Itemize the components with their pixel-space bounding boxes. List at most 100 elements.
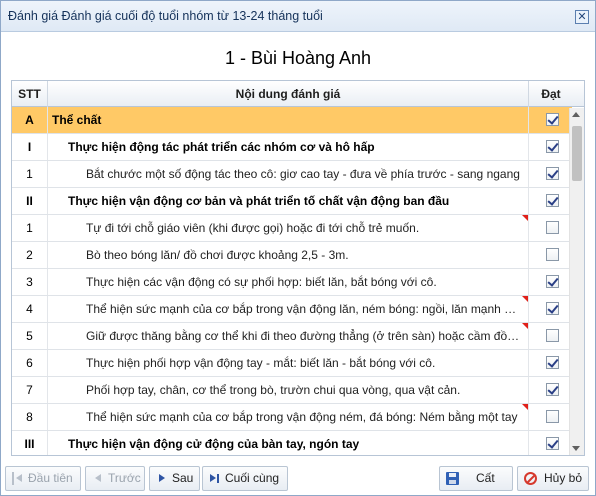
table-row[interactable]: 7 Phối hợp tay, chân, cơ thể trong bò, tr… — [12, 377, 572, 404]
column-header-dat[interactable]: Đạt — [529, 81, 573, 107]
row-stt: A — [12, 107, 48, 133]
row-stt: 1 — [12, 161, 48, 187]
prev-page-icon — [92, 472, 105, 485]
row-stt: 6 — [12, 350, 48, 376]
row-stt: II — [12, 188, 48, 214]
table-row[interactable]: 1 Tự đi tới chỗ giáo viên (khi được gọi) … — [12, 215, 572, 242]
dat-checkbox[interactable] — [546, 194, 559, 207]
save-icon — [446, 472, 459, 485]
next-page-icon — [156, 472, 169, 485]
row-dat-cell — [529, 377, 573, 403]
scroll-thumb[interactable] — [572, 126, 582, 181]
evaluation-dialog: Đánh giá Đánh giá cuối độ tuổi nhóm từ 1… — [0, 0, 596, 496]
row-dat-cell — [529, 323, 573, 349]
row-dat-cell — [529, 404, 573, 430]
window-title: Đánh giá Đánh giá cuối độ tuổi nhóm từ 1… — [8, 9, 323, 23]
column-header-stt[interactable]: STT — [12, 81, 48, 107]
row-dat-cell — [529, 134, 573, 160]
row-content: Tự đi tới chỗ giáo viên (khi được gọi) h… — [48, 215, 529, 241]
row-dat-cell — [529, 350, 573, 376]
row-stt: 7 — [12, 377, 48, 403]
table-row[interactable]: 8 Thể hiện sức mạnh của cơ bắp trong vận … — [12, 404, 572, 431]
table-row[interactable]: 5 Giữ được thăng bằng cơ thể khi đi theo … — [12, 323, 572, 350]
row-content: Thực hiện phối hợp vận động tay - mắt: b… — [48, 350, 529, 376]
grid-rows: A Thể chất I Thực hiện động tác phát triển … — [12, 107, 573, 455]
modified-flag-icon — [522, 296, 528, 302]
dat-checkbox[interactable] — [546, 140, 559, 153]
first-button-label: Đầu tiên — [28, 471, 73, 485]
group-row[interactable]: I Thực hiện động tác phát triển các nhóm … — [12, 134, 572, 161]
cancel-button-label: Hủy bỏ — [544, 471, 583, 485]
last-button[interactable]: Cuối cùng — [202, 466, 288, 491]
grid-header: STT Nội dung đánh giá Đạt — [12, 81, 584, 107]
row-stt: 5 — [12, 323, 48, 349]
modified-flag-icon — [522, 215, 528, 221]
last-button-label: Cuối cùng — [225, 471, 280, 485]
next-button-label: Sau — [172, 471, 194, 485]
dat-checkbox[interactable] — [546, 167, 559, 180]
row-dat-cell — [529, 215, 573, 241]
modified-flag-icon — [522, 323, 528, 329]
row-dat-cell — [529, 242, 573, 268]
scroll-up-icon[interactable] — [572, 112, 580, 117]
row-stt: 3 — [12, 269, 48, 295]
table-row[interactable]: 4 Thể hiện sức mạnh của cơ bắp trong vận … — [12, 296, 572, 323]
dat-checkbox[interactable] — [546, 329, 559, 342]
table-row[interactable]: 1 Bắt chước một số động tác theo cô: giơ … — [12, 161, 572, 188]
row-dat-cell — [529, 431, 573, 455]
row-content: Bắt chước một số động tác theo cô: giơ c… — [48, 161, 529, 187]
table-row[interactable]: 3 Thực hiện các vận động có sự phối hợp: … — [12, 269, 572, 296]
column-header-content[interactable]: Nội dung đánh giá — [48, 81, 529, 107]
row-content: Thực hiện vận động cơ bản và phát triển … — [48, 188, 529, 214]
row-dat-cell — [529, 269, 573, 295]
table-row[interactable]: 2 Bò theo bóng lăn/ đồ chơi được khoảng 2… — [12, 242, 572, 269]
row-stt: I — [12, 134, 48, 160]
dat-checkbox[interactable] — [546, 113, 559, 126]
student-name: 1 - Bùi Hoàng Anh — [224, 48, 372, 68]
row-content: Bò theo bóng lăn/ đồ chơi được khoảng 2,… — [48, 242, 529, 268]
dat-checkbox[interactable] — [546, 302, 559, 315]
cancel-button[interactable]: Hủy bỏ — [517, 466, 589, 491]
next-button[interactable]: Sau — [149, 466, 200, 491]
vertical-scrollbar[interactable] — [569, 108, 584, 455]
row-content: Phối hợp tay, chân, cơ thể trong bò, trư… — [48, 377, 529, 403]
save-button[interactable]: Cất — [439, 466, 513, 491]
footer-toolbar: Đầu tiên Trước Sau Cuối cùng Cất Hủy bỏ — [1, 463, 595, 495]
scroll-down-icon[interactable] — [572, 446, 580, 451]
dat-checkbox[interactable] — [546, 383, 559, 396]
row-content: Thể hiện sức mạnh của cơ bắp trong vận đ… — [48, 404, 529, 430]
dat-checkbox[interactable] — [546, 356, 559, 369]
first-button[interactable]: Đầu tiên — [5, 466, 81, 491]
group-row[interactable]: III Thực hiện vận động cử động của bàn ta… — [12, 431, 573, 455]
table-row[interactable]: 6 Thực hiện phối hợp vận động tay - mắt: … — [12, 350, 572, 377]
row-content: Thể hiện sức mạnh của cơ bắp trong vận đ… — [48, 296, 529, 322]
dat-checkbox[interactable] — [546, 248, 559, 261]
first-page-icon — [12, 472, 25, 485]
row-content: Thực hiện động tác phát triển các nhóm c… — [48, 134, 529, 160]
row-dat-cell — [529, 188, 573, 214]
row-content: Thực hiện các vận động có sự phối hợp: b… — [48, 269, 529, 295]
row-stt: 1 — [12, 215, 48, 241]
last-page-icon — [209, 472, 222, 485]
row-content: Giữ được thăng bằng cơ thể khi đi theo đ… — [48, 323, 529, 349]
close-icon[interactable]: ✕ — [575, 10, 589, 24]
cancel-icon — [524, 472, 537, 485]
prev-button[interactable]: Trước — [85, 466, 145, 491]
row-dat-cell — [529, 161, 573, 187]
row-content: Thể chất — [48, 107, 529, 133]
dat-checkbox[interactable] — [546, 275, 559, 288]
dat-checkbox[interactable] — [546, 437, 559, 450]
row-dat-cell — [529, 296, 573, 322]
row-stt: III — [12, 431, 48, 455]
dat-checkbox[interactable] — [546, 410, 559, 423]
prev-button-label: Trước — [108, 471, 141, 485]
modified-flag-icon — [522, 404, 528, 410]
row-content: Thực hiện vận động cử động của bàn tay, … — [48, 431, 529, 455]
row-stt: 4 — [12, 296, 48, 322]
row-stt: 2 — [12, 242, 48, 268]
row-stt: 8 — [12, 404, 48, 430]
title-bar[interactable]: Đánh giá Đánh giá cuối độ tuổi nhóm từ 1… — [1, 1, 595, 32]
group-row[interactable]: II Thực hiện vận động cơ bản và phát triể… — [12, 188, 572, 215]
dat-checkbox[interactable] — [546, 221, 559, 234]
category-row[interactable]: A Thể chất — [12, 107, 572, 134]
